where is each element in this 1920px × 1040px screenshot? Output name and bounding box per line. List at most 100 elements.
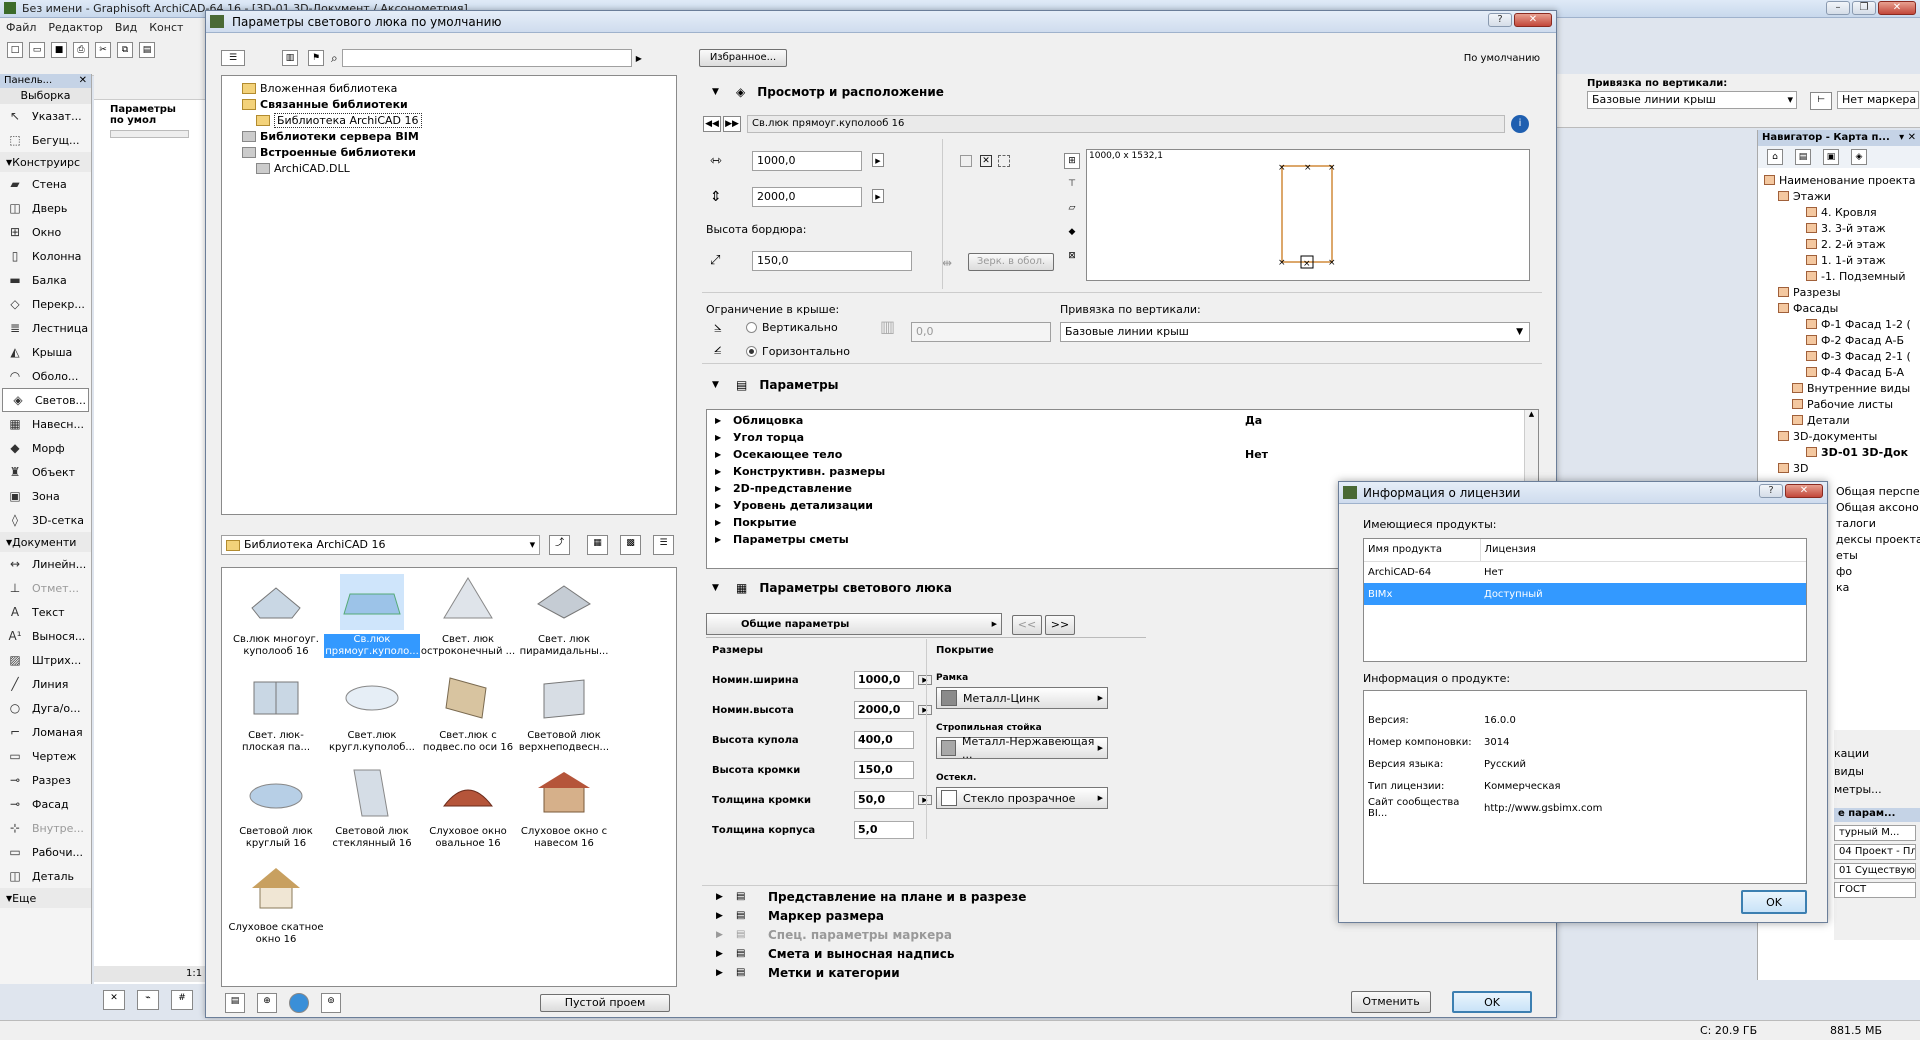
tool-stair[interactable]: ≣ Лестница (0, 316, 91, 340)
small-icons-view-icon[interactable]: ▩ (620, 535, 641, 555)
library-object[interactable]: Слуховое скатное окно 16 (228, 862, 324, 946)
license-help-button[interactable]: ? (1759, 484, 1783, 498)
library-object[interactable]: Слуховое окно овальное 16 (420, 766, 516, 850)
parameter-row[interactable]: ▶ Конструктивн. размеры (715, 463, 1530, 480)
tool-worksheet[interactable]: ▭ Рабочи... (0, 840, 91, 864)
general-params-select[interactable]: Общие параметры ▶ (706, 613, 1002, 635)
navigator-item[interactable]: Ф-3 Фасад 2-1 ( (1758, 348, 1920, 364)
plan-view-icon[interactable]: ⊞ (1064, 153, 1080, 169)
view-setting-select[interactable]: 01 Существующий план (1834, 863, 1916, 879)
tool-elevation[interactable]: ⊸ Фасад (0, 792, 91, 816)
publisher-icon[interactable]: ◈ (1851, 149, 1867, 165)
library-object[interactable]: Слуховое окно с навесом 16 (516, 766, 612, 850)
parameter-row[interactable]: ▶ Угол торца (715, 429, 1530, 446)
navigator-item[interactable]: Разрезы (1758, 284, 1920, 300)
navigator-item[interactable]: 1. 1-й этаж (1758, 252, 1920, 268)
navigator-item[interactable]: Наименование проекта (1758, 172, 1920, 188)
tool-skylight[interactable]: ◈ Светов... (2, 388, 89, 412)
tool-text[interactable]: A Текст (0, 600, 91, 624)
navigator-item[interactable]: -1. Подземный (1758, 268, 1920, 284)
cut-icon[interactable]: ✂ (95, 42, 111, 58)
menu-design[interactable]: Конст (149, 21, 183, 34)
empty-opening-button[interactable]: Пустой проем (540, 994, 670, 1012)
tool-level[interactable]: ⊥ Отмет... (0, 576, 91, 600)
search-arrow-icon[interactable]: ▶ (636, 54, 642, 63)
library-tree-node[interactable]: Библиотека ArchiCAD 16 (228, 112, 670, 128)
navigator-option[interactable]: метры... (1834, 780, 1920, 798)
selection-tool[interactable]: Выборка (0, 88, 91, 104)
curb-height-input[interactable]: 150,0 (752, 251, 912, 271)
size-input[interactable]: 5,0 (854, 821, 914, 839)
tool-zone[interactable]: ▣ Зона (0, 484, 91, 508)
tool-object[interactable]: ♜ Объект (0, 460, 91, 484)
tool-arc[interactable]: ○ Дуга/о... (0, 696, 91, 720)
tool-roof[interactable]: ◭ Крыша (0, 340, 91, 364)
height-arrow-icon[interactable]: ▶ (872, 189, 884, 203)
navigator-item[interactable]: Общая перспек (1836, 483, 1920, 499)
navigator-item[interactable]: 3D-01 3D-Док (1758, 444, 1920, 460)
view-setting-select[interactable]: турный М... (1834, 825, 1916, 841)
prev-object-icon[interactable]: ◀◀ (703, 116, 721, 132)
info-icon[interactable]: i (1511, 115, 1529, 133)
library-tree-node[interactable]: Связанные библиотеки (228, 96, 670, 112)
navigator-item[interactable]: дексы проекта (1836, 531, 1920, 547)
frame-material-select[interactable]: Металл-Цинк ▶ (936, 687, 1108, 709)
dialog-close-button[interactable]: ✕ (1514, 13, 1552, 27)
roof-offset-input[interactable]: 0,0 (911, 322, 1051, 342)
anchor-box-icon[interactable] (998, 155, 1010, 167)
mirror-button[interactable]: Зерк. в обол. (968, 253, 1054, 271)
project-map-icon[interactable]: ⌂ (1767, 149, 1783, 165)
parameters-section-header[interactable]: ▼ ▤ Параметры (712, 374, 839, 396)
library-manager-icon[interactable]: ▤ (225, 993, 245, 1013)
navigator-item[interactable]: Детали (1758, 412, 1920, 428)
anchor-free-icon[interactable] (960, 155, 972, 167)
tool-shell[interactable]: ◠ Оболо... (0, 364, 91, 388)
tool-detail[interactable]: ◫ Деталь (0, 864, 91, 888)
license-row[interactable]: BIMx Доступный (1364, 583, 1806, 605)
anchor-select[interactable]: Базовые линии крыш ▼ (1060, 322, 1530, 342)
navigator-item[interactable]: 4. Кровля (1758, 204, 1920, 220)
grid-icon[interactable]: # (171, 990, 193, 1010)
size-arrow-icon[interactable]: ▶ (918, 795, 932, 805)
vertical-radio[interactable]: Вертикально (746, 321, 838, 334)
tool-slab[interactable]: ◇ Перекр... (0, 292, 91, 316)
menu-edit[interactable]: Редактор (48, 21, 103, 34)
library-object[interactable]: Световой люк стеклянный 16 (324, 766, 420, 850)
favorites-button[interactable]: Избранное... (699, 49, 787, 67)
navigator-item[interactable]: Ф-4 Фасад Б-А (1758, 364, 1920, 380)
view-setting-select[interactable]: 04 Проект - Планы (1834, 844, 1916, 860)
navigator-close-icon[interactable]: ▾ ✕ (1899, 130, 1916, 146)
tool-marquee[interactable]: ⬚ Бегущ... (0, 128, 91, 152)
tool-column[interactable]: ▯ Колонна (0, 244, 91, 268)
ok-button[interactable]: OK (1452, 991, 1532, 1013)
navigator-item[interactable]: Этажи (1758, 188, 1920, 204)
library-object[interactable]: Св.люк прямоуг.куполо... (324, 574, 420, 658)
parameter-row[interactable]: ▶ Осекающее тело Нет (715, 446, 1530, 463)
marker-select[interactable]: Нет маркера (1837, 91, 1919, 109)
width-arrow-icon[interactable]: ▶ (872, 153, 884, 167)
tool-interior[interactable]: ⊹ Внутре... (0, 816, 91, 840)
snap-icon[interactable]: ⌁ (137, 990, 159, 1010)
size-input[interactable]: 2000,0 (854, 701, 914, 719)
close-x-icon[interactable]: ✕ (103, 990, 125, 1010)
library-tree-node[interactable]: Встроенные библиотеки (228, 144, 670, 160)
print-icon[interactable]: ⎙ (73, 42, 89, 58)
tool-drawing[interactable]: ▭ Чертеж (0, 744, 91, 768)
library-object[interactable]: Световой люк круглый 16 (228, 766, 324, 850)
load-object-icon[interactable]: ⊕ (257, 993, 277, 1013)
info-anchor-select[interactable]: Базовые линии крыш ▾ (1587, 91, 1797, 109)
view-setting-select[interactable]: ГОСТ (1834, 882, 1916, 898)
tool-label[interactable]: A¹ Вынося... (0, 624, 91, 648)
dialog-help-button[interactable]: ? (1488, 13, 1512, 27)
toolbox-section[interactable]: ▼ Еще (0, 888, 91, 908)
folder-view-icon[interactable]: ▥ (282, 50, 298, 66)
library-object[interactable]: Свет.люк с подвес.по оси 16 (420, 670, 516, 754)
library-object[interactable]: Свет. люк-плоская па... (228, 670, 324, 754)
restore-button[interactable]: ❐ (1852, 1, 1876, 15)
tool-dimension[interactable]: ↔ Линейн... (0, 552, 91, 576)
toolbox-section[interactable]: ▼ Конструирс (0, 152, 91, 172)
list-view-icon[interactable]: ☰ (653, 535, 674, 555)
toolbox-section[interactable]: ▼ Документи (0, 532, 91, 552)
library-select[interactable]: Библиотека ArchiCAD 16 ▾ (221, 535, 541, 555)
parameter-row[interactable]: ▶ Облицовка Да (715, 412, 1530, 429)
